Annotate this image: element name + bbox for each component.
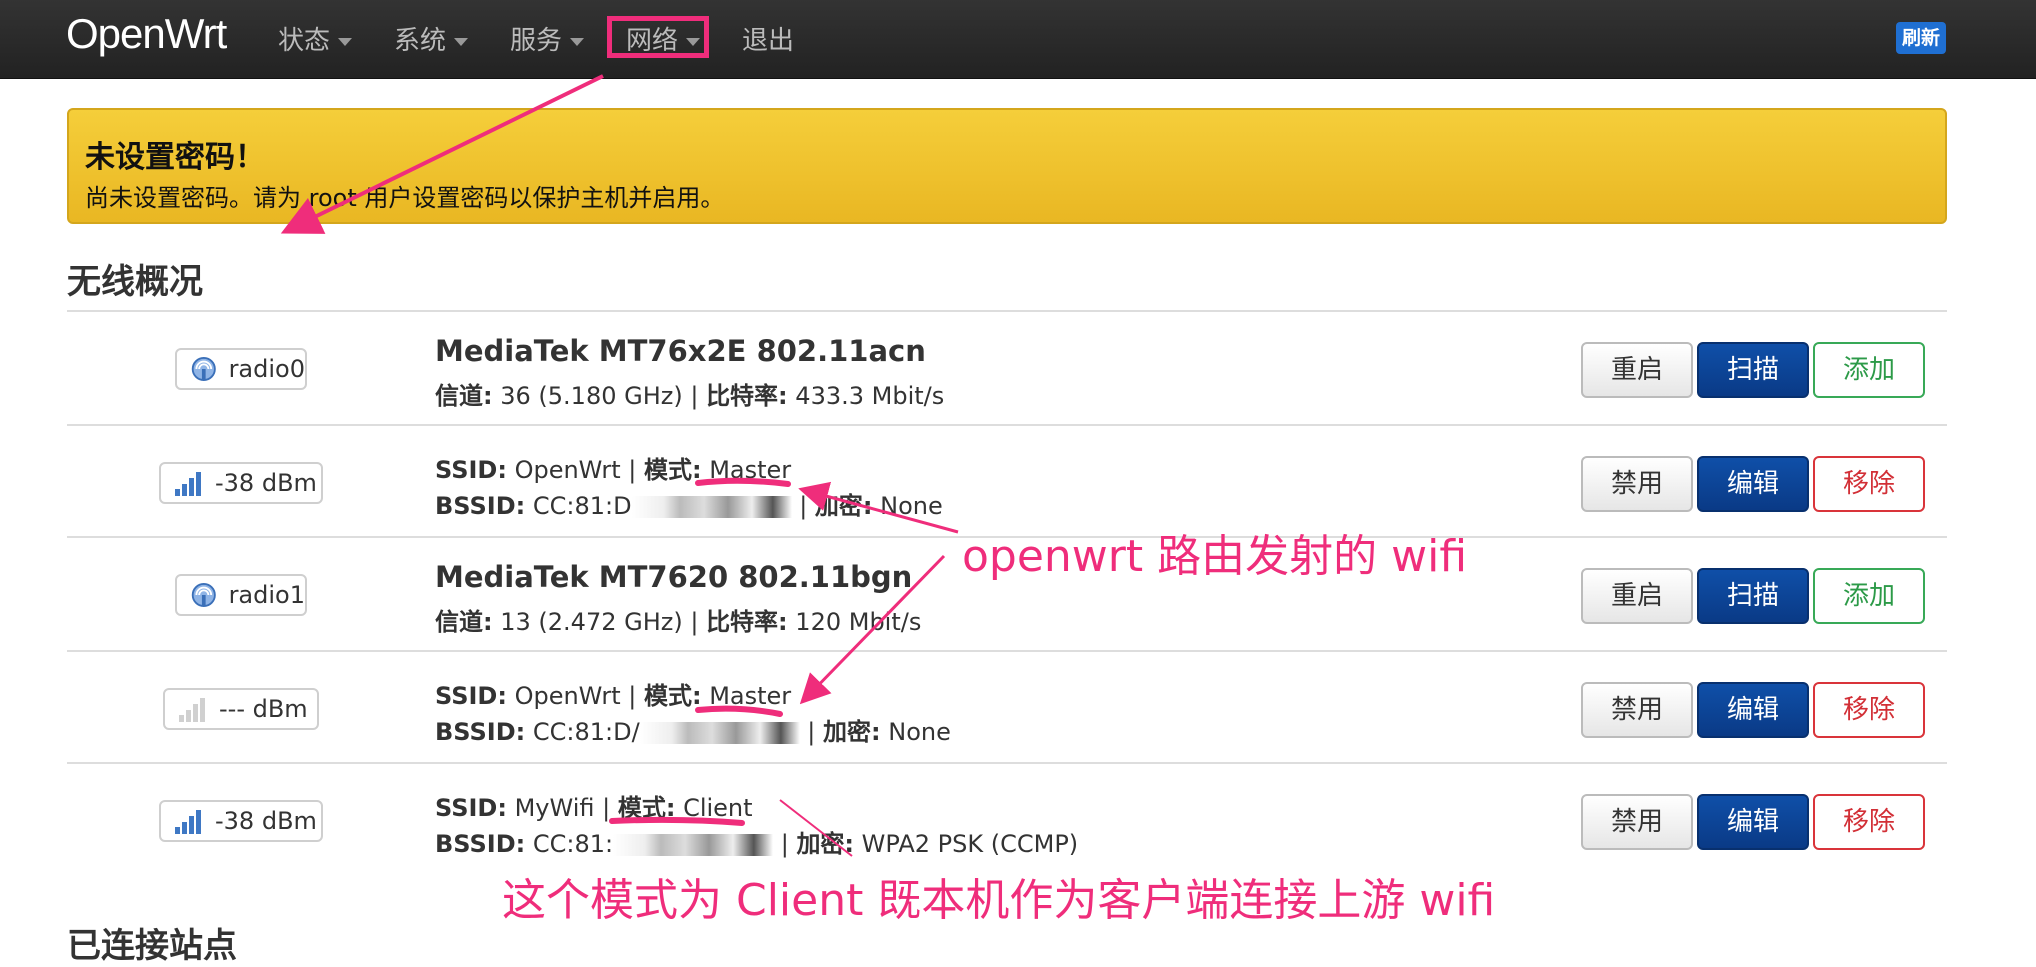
- section-title: 无线概况: [67, 262, 203, 302]
- scan-button[interactable]: 扫描: [1697, 342, 1809, 398]
- remove-button[interactable]: 移除: [1813, 682, 1925, 738]
- nav-system[interactable]: 系统: [394, 20, 469, 57]
- signal-badge: -38 dBm: [159, 462, 323, 504]
- edit-button[interactable]: 编辑: [1697, 794, 1809, 850]
- signal-strength-icon: [175, 810, 201, 834]
- bssid-line: BSSID: CC:81:D/ | 加密: None: [435, 718, 951, 746]
- radio-info: 信道: 13 (2.472 GHz) | 比特率: 120 Mbit/s: [435, 608, 922, 636]
- radio-title: MediaTek MT7620 802.11bgn: [435, 560, 913, 594]
- scan-button[interactable]: 扫描: [1697, 568, 1809, 624]
- ssid-line: SSID: OpenWrt | 模式: Master: [435, 456, 792, 484]
- nav-status-label: 状态: [278, 26, 331, 56]
- signal-strength-icon: [175, 472, 201, 496]
- edit-button[interactable]: 编辑: [1697, 456, 1809, 512]
- edit-button[interactable]: 编辑: [1697, 682, 1809, 738]
- password-alert: 未设置密码！ 尚未设置密码。请为 root 用户设置密码以保护主机并启用。: [67, 108, 1947, 224]
- badge-label: -38 dBm: [215, 807, 317, 835]
- remove-button[interactable]: 移除: [1813, 456, 1925, 512]
- disable-button[interactable]: 禁用: [1581, 794, 1693, 850]
- nav-services[interactable]: 服务: [510, 20, 585, 57]
- top-navbar: OpenWrt 状态 系统 服务 网络 退出 刷新: [0, 0, 2036, 79]
- brand-logo[interactable]: OpenWrt: [66, 10, 227, 58]
- alert-title: 未设置密码！: [85, 140, 265, 175]
- alert-body: 尚未设置密码。请为 root 用户设置密码以保护主机并启用。: [85, 184, 725, 212]
- radio-info: 信道: 36 (5.180 GHz) | 比特率: 433.3 Mbit/s: [435, 382, 945, 410]
- restart-button[interactable]: 重启: [1581, 568, 1693, 624]
- nav-system-label: 系统: [394, 26, 447, 56]
- redacted-block: [639, 722, 800, 744]
- table-row: radio0 MediaTek MT76x2E 802.11acn 信道: 36…: [67, 312, 1947, 424]
- annotation-client: 这个模式为 Client 既本机作为客户端连接上游 wifi: [502, 875, 1496, 926]
- ssid-line: SSID: MyWifi | 模式: Client: [435, 794, 753, 822]
- badge-label: -38 dBm: [215, 469, 317, 497]
- signal-badge: -38 dBm: [159, 800, 323, 842]
- table-row: --- dBm SSID: OpenWrt | 模式: Master BSSID…: [67, 652, 1947, 764]
- redacted-block: [631, 496, 792, 518]
- restart-button[interactable]: 重启: [1581, 342, 1693, 398]
- nav-services-label: 服务: [510, 26, 563, 56]
- ssid-line: SSID: OpenWrt | 模式: Master: [435, 682, 792, 710]
- add-button[interactable]: 添加: [1813, 568, 1925, 624]
- chevron-down-icon: [454, 37, 469, 46]
- remove-button[interactable]: 移除: [1813, 794, 1925, 850]
- refresh-badge[interactable]: 刷新: [1896, 22, 1946, 54]
- bssid-line: BSSID: CC:81:D | 加密: None: [435, 492, 943, 520]
- badge-label: radio0: [228, 355, 305, 383]
- annotation-wifi: openwrt 路由发射的 wifi: [962, 531, 1468, 582]
- radio-title: MediaTek MT76x2E 802.11acn: [435, 334, 926, 368]
- badge-label: radio1: [228, 581, 305, 609]
- badge-label: --- dBm: [219, 695, 308, 723]
- nav-logout[interactable]: 退出: [742, 20, 794, 57]
- table-row: -38 dBm SSID: MyWifi | 模式: Client BSSID:…: [67, 764, 1947, 876]
- radio-badge: radio0: [175, 348, 307, 390]
- nav-status[interactable]: 状态: [278, 20, 353, 57]
- bssid-line: BSSID: CC:81: | 加密: WPA2 PSK (CCMP): [435, 830, 1079, 858]
- wireless-radio-icon: [191, 582, 216, 608]
- radio-badge: radio1: [175, 574, 307, 616]
- signal-strength-icon: [179, 698, 205, 722]
- associated-stations-title: 已连接站点: [67, 926, 237, 966]
- chevron-down-icon: [338, 37, 353, 46]
- disable-button[interactable]: 禁用: [1581, 456, 1693, 512]
- disable-button[interactable]: 禁用: [1581, 682, 1693, 738]
- wireless-radio-icon: [191, 356, 216, 382]
- network-highlight-box: [607, 16, 709, 58]
- chevron-down-icon: [570, 37, 585, 46]
- redacted-block: [613, 834, 774, 856]
- add-button[interactable]: 添加: [1813, 342, 1925, 398]
- signal-badge: --- dBm: [163, 688, 319, 730]
